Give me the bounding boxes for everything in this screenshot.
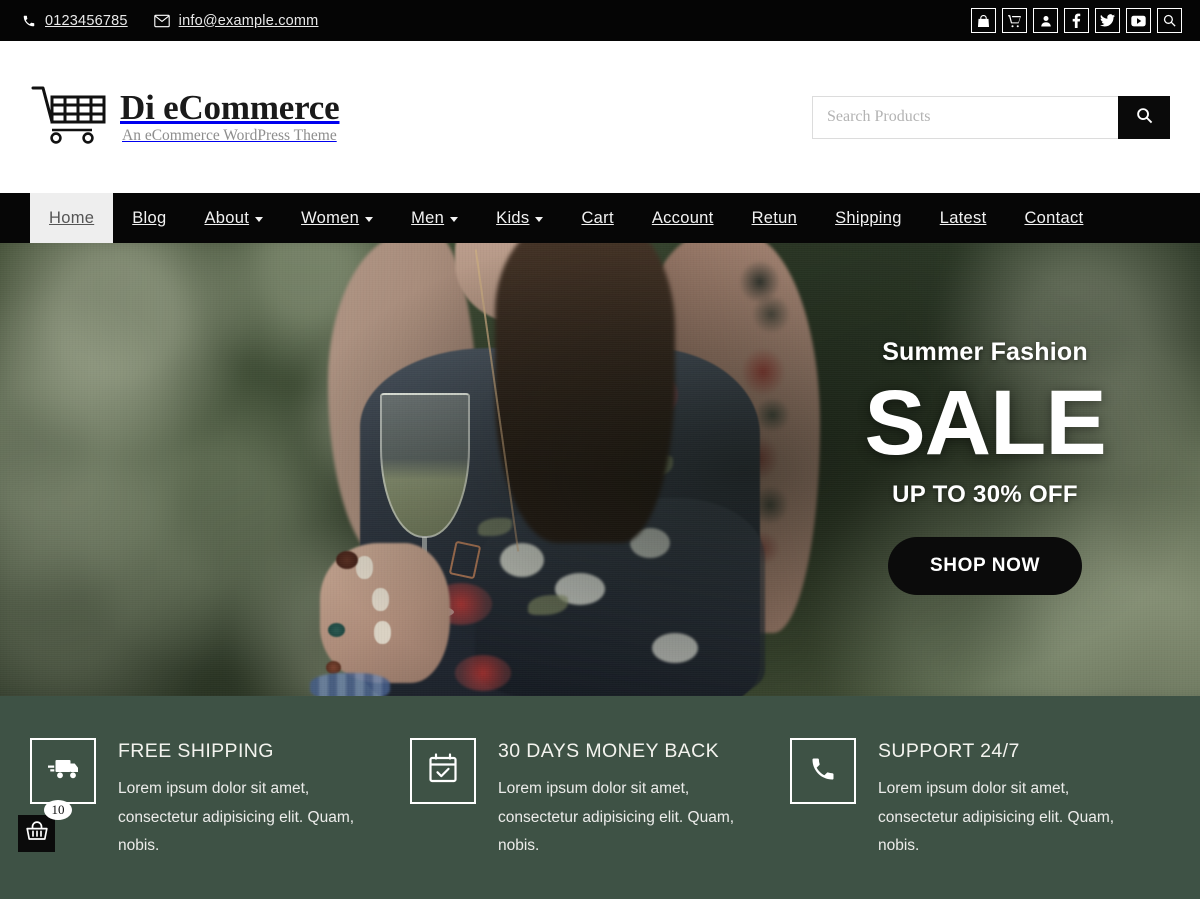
nav-label: Contact: [1024, 208, 1084, 227]
user-account-icon[interactable]: [1033, 8, 1058, 33]
site-header: Di eCommerce An eCommerce WordPress Them…: [0, 41, 1200, 193]
nav-item-home[interactable]: Home: [30, 193, 114, 243]
nav-item-about[interactable]: About: [185, 193, 282, 243]
search-icon[interactable]: [1157, 8, 1182, 33]
nav-label: Home: [49, 208, 95, 227]
features-bar: FREE SHIPPING Lorem ipsum dolor sit amet…: [0, 696, 1200, 899]
feature-description: Lorem ipsum dolor sit amet, consectetur …: [118, 780, 355, 855]
main-navigation: Home Blog About Women Men Kids Cart Acco…: [0, 193, 1200, 243]
phone-link[interactable]: 0123456785: [22, 13, 128, 29]
chevron-down-icon: [365, 217, 374, 222]
nav-label: Women: [301, 208, 360, 227]
floating-cart-count-badge: 10: [44, 800, 72, 820]
phone-icon: [22, 14, 36, 28]
delivery-truck-icon: [46, 755, 80, 788]
shopping-cart-logo-icon: [30, 84, 110, 151]
feature-title: SUPPORT 24/7: [878, 740, 1020, 762]
nav-item-blog[interactable]: Blog: [113, 193, 185, 243]
shopping-cart-icon[interactable]: [1002, 8, 1027, 33]
hero-offer-text: UP TO 30% OFF: [892, 481, 1078, 509]
chevron-down-icon: [450, 217, 459, 222]
nav-item-kids[interactable]: Kids: [477, 193, 562, 243]
brand-title: Di eCommerce: [120, 87, 340, 127]
nav-label: About: [204, 208, 250, 227]
hero-banner: Summer Fashion SALE UP TO 30% OFF SHOP N…: [0, 243, 1200, 696]
brand-tagline: An eCommerce WordPress Theme: [122, 127, 337, 145]
phone-number: 0123456785: [45, 12, 128, 29]
nav-label: Shipping: [835, 208, 902, 227]
feature-money-back: 30 DAYS MONEY BACK Lorem ipsum dolor sit…: [410, 738, 790, 899]
search-input[interactable]: [812, 95, 1118, 139]
phone-icon: [809, 755, 837, 788]
social-icon-bar: [971, 8, 1182, 33]
email-link[interactable]: info@example.comm: [153, 12, 319, 29]
feature-description: Lorem ipsum dolor sit amet, consectetur …: [878, 780, 1115, 855]
nav-label: Account: [651, 208, 714, 227]
nav-label: Blog: [132, 208, 167, 227]
shopping-basket-icon: [25, 820, 49, 847]
feature-title: 30 DAYS MONEY BACK: [498, 740, 720, 762]
nav-label: Retun: [751, 208, 798, 227]
nav-item-men[interactable]: Men: [392, 193, 477, 243]
site-logo[interactable]: Di eCommerce An eCommerce WordPress Them…: [30, 84, 340, 151]
top-contact-info: 0123456785 info@example.comm: [22, 13, 318, 29]
email-address: info@example.comm: [178, 12, 319, 29]
feature-icon-box: [410, 738, 476, 804]
twitter-icon[interactable]: [1095, 8, 1120, 33]
hero-title: SALE: [864, 371, 1106, 474]
nav-label: Kids: [496, 208, 530, 227]
facebook-icon[interactable]: [1064, 8, 1089, 33]
shopping-bag-icon[interactable]: [971, 8, 996, 33]
nav-label: Men: [411, 208, 445, 227]
shop-now-button[interactable]: SHOP NOW: [887, 537, 1082, 596]
nav-item-contact[interactable]: Contact: [1005, 193, 1102, 243]
top-contact-bar: 0123456785 info@example.comm: [0, 0, 1200, 41]
nav-item-account[interactable]: Account: [633, 193, 733, 243]
feature-description: Lorem ipsum dolor sit amet, consectetur …: [498, 780, 735, 855]
feature-support: SUPPORT 24/7 Lorem ipsum dolor sit amet,…: [790, 738, 1170, 899]
nav-item-retun[interactable]: Retun: [733, 193, 817, 243]
chevron-down-icon: [535, 217, 544, 222]
nav-item-shipping[interactable]: Shipping: [816, 193, 921, 243]
feature-icon-box: [30, 738, 96, 804]
search-submit-button[interactable]: [1118, 95, 1170, 139]
chevron-down-icon: [255, 217, 264, 222]
floating-cart-button[interactable]: [18, 815, 55, 852]
feature-title: FREE SHIPPING: [118, 740, 274, 762]
search-icon: [1136, 107, 1153, 127]
envelope-icon: [153, 14, 170, 28]
nav-item-women[interactable]: Women: [282, 193, 392, 243]
nav-label: Latest: [939, 208, 987, 227]
nav-item-cart[interactable]: Cart: [562, 193, 632, 243]
nav-label: Cart: [581, 208, 614, 227]
product-search-form: [812, 95, 1170, 139]
feature-icon-box: [790, 738, 856, 804]
hero-copy-block: Summer Fashion SALE UP TO 30% OFF SHOP N…: [770, 243, 1200, 696]
hero-subtitle: Summer Fashion: [882, 337, 1088, 366]
youtube-icon[interactable]: [1126, 8, 1151, 33]
nav-item-latest[interactable]: Latest: [921, 193, 1006, 243]
calendar-check-icon: [428, 753, 458, 789]
feature-free-shipping: FREE SHIPPING Lorem ipsum dolor sit amet…: [30, 738, 410, 899]
